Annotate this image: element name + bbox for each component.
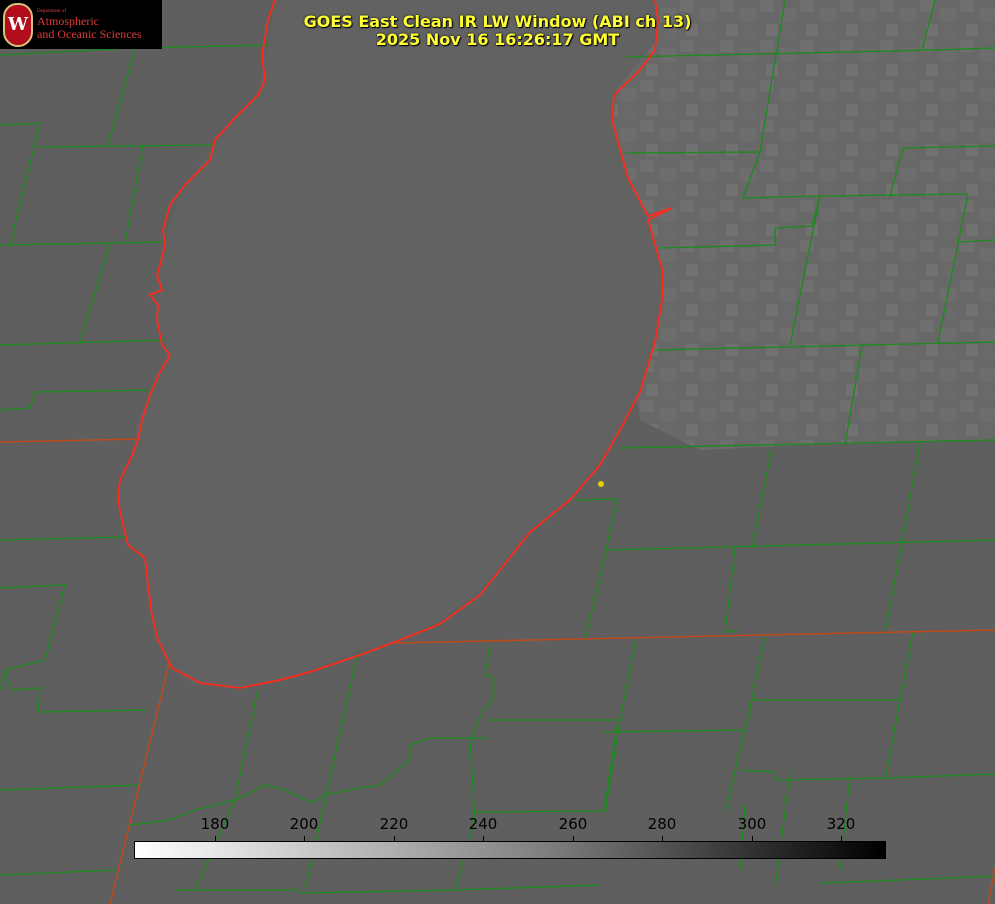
colorbar-tick-label: 280 xyxy=(647,815,677,833)
colorbar-tick-label: 200 xyxy=(289,815,319,833)
image-title: GOES East Clean IR LW Window (ABI ch 13) xyxy=(303,12,692,31)
colorbar-tick-mark xyxy=(483,836,484,841)
colorbar-tick-mark xyxy=(304,836,305,841)
colorbar-tick-mark xyxy=(215,836,216,841)
cloud-field xyxy=(610,0,995,450)
satellite-map xyxy=(0,0,995,904)
colorbar-tick-label: 320 xyxy=(826,815,856,833)
colorbar-tick-mark xyxy=(394,836,395,841)
colorbar-tick-label: 180 xyxy=(200,815,230,833)
colorbar-tick-label: 260 xyxy=(558,815,588,833)
colorbar-tick-mark xyxy=(752,836,753,841)
logo-line-2: and Oceanic Sciences xyxy=(37,27,142,41)
aos-logo: W Department of Atmospheric and Oceanic … xyxy=(0,0,162,49)
colorbar-tick-mark xyxy=(841,836,842,841)
colorbar-tick-mark xyxy=(662,836,663,841)
colorbar-tick-label: 240 xyxy=(468,815,498,833)
image-timestamp: 2025 Nov 16 16:26:17 GMT xyxy=(375,30,620,49)
colorbar xyxy=(134,841,886,859)
location-marker xyxy=(598,481,604,487)
colorbar-tick-label: 300 xyxy=(737,815,767,833)
logo-text: Department of Atmospheric and Oceanic Sc… xyxy=(37,8,142,41)
colorbar-tick-mark xyxy=(573,836,574,841)
colorbar-tick-label: 220 xyxy=(379,815,409,833)
uw-seal-icon: W xyxy=(3,2,33,47)
